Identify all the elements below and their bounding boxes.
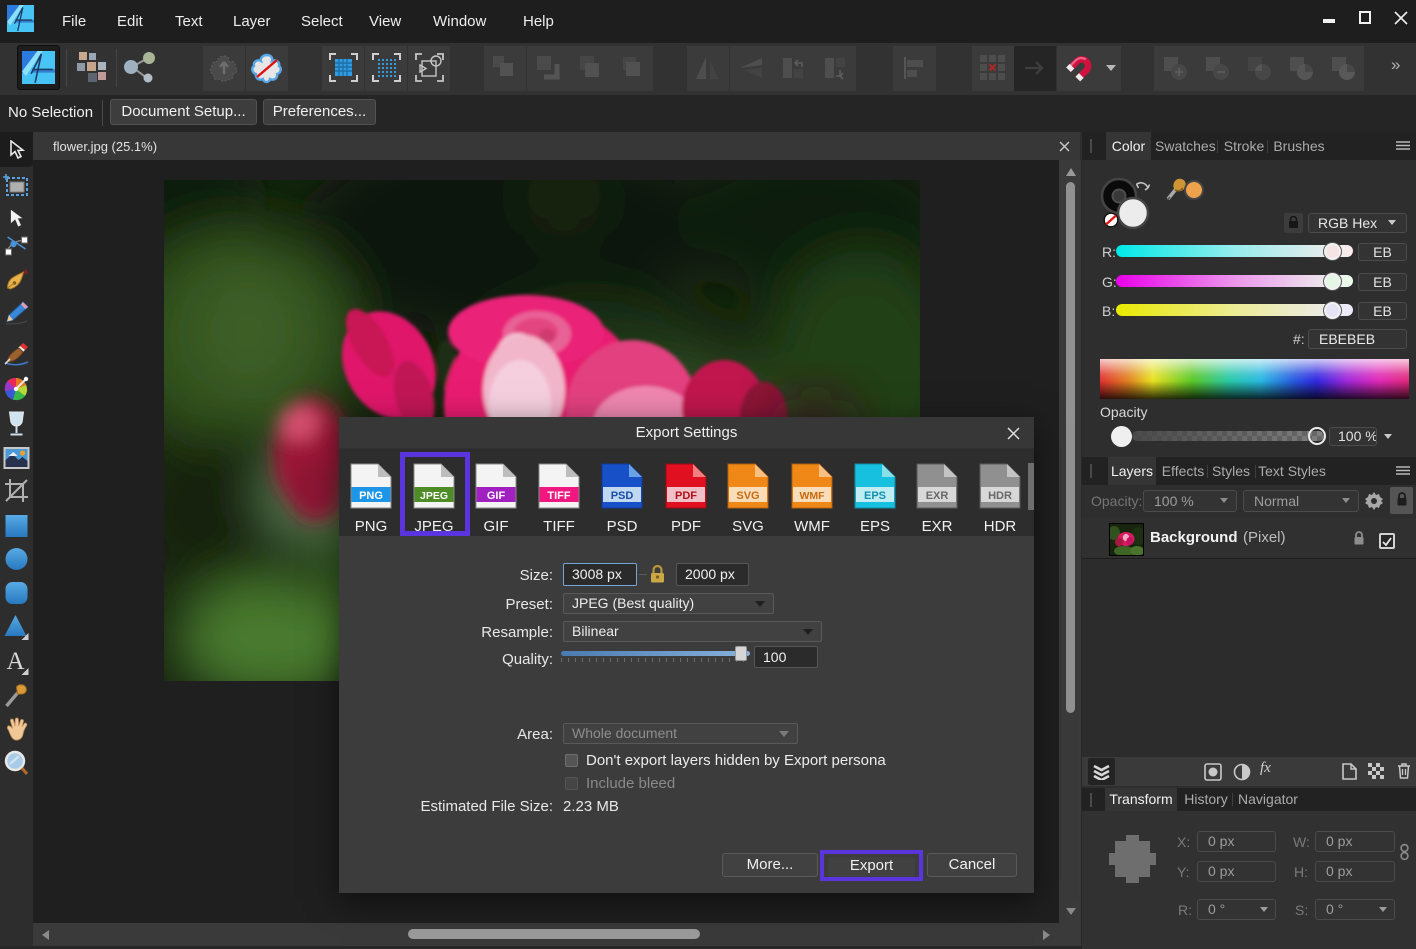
svg-text:PDF: PDF <box>675 490 697 502</box>
svg-text:HDR: HDR <box>988 490 1012 502</box>
svg-text:PSD: PSD <box>611 490 634 502</box>
svg-text:GIF: GIF <box>487 490 506 502</box>
svg-text:TIFF: TIFF <box>547 490 570 502</box>
svg-text:A: A <box>7 649 25 675</box>
svg-text:EPS: EPS <box>864 490 886 502</box>
svg-text:WMF: WMF <box>799 490 825 502</box>
svg-text:PNG: PNG <box>359 490 383 502</box>
svg-text:EXR: EXR <box>926 490 949 502</box>
svg-text:SVG: SVG <box>736 490 759 502</box>
